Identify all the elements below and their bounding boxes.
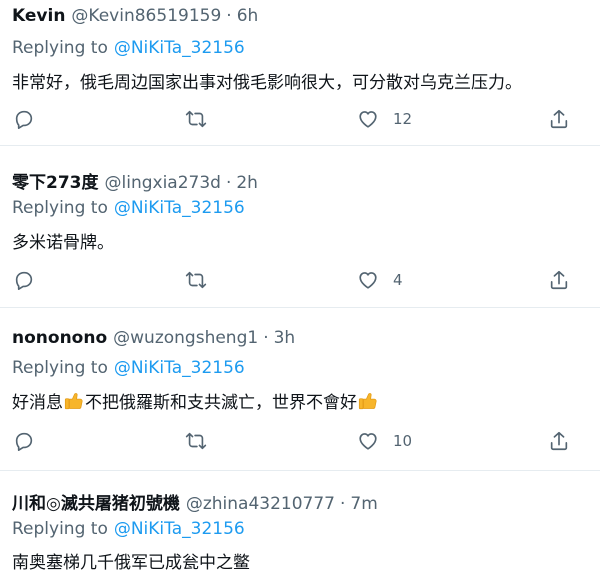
mention-link[interactable]: @NiKiTa_32156 (114, 519, 245, 539)
replying-to-line: Replying to @NiKiTa_32156 (12, 519, 245, 539)
replying-to-label: Replying to (12, 358, 108, 378)
retweet-icon (185, 432, 207, 450)
share-icon (550, 270, 568, 290)
user-handle[interactable]: @wuzongsheng1 (113, 328, 258, 348)
reply-icon (15, 110, 33, 129)
reply-button[interactable] (13, 265, 35, 295)
reply-tweet[interactable]: nononono @wuzongsheng1 · 3h Replying to @… (0, 308, 600, 471)
timestamp[interactable]: 3h (274, 328, 296, 348)
tweet-header: Kevin @Kevin86519159 · 6h (12, 6, 258, 28)
retweet-button[interactable] (185, 265, 207, 295)
separator-dot: · (263, 328, 269, 348)
reply-tweet[interactable]: Kevin @Kevin86519159 · 6h Replying to @Ni… (0, 0, 600, 146)
replying-to-label: Replying to (12, 38, 108, 58)
separator-dot: · (225, 173, 232, 193)
like-icon (359, 111, 377, 128)
replying-to-label: Replying to (12, 198, 108, 218)
retweet-button[interactable] (185, 426, 207, 456)
tweet-header: 零下273度 @lingxia273d · 2h (12, 168, 258, 193)
like-button[interactable]: 4 (357, 265, 403, 295)
share-icon (550, 109, 568, 129)
like-icon (359, 433, 377, 450)
share-button[interactable] (548, 104, 570, 134)
retweet-icon (185, 110, 207, 128)
separator-dot: · (339, 494, 346, 514)
display-name[interactable]: 川和◎滅共屠猪初號機 (12, 489, 180, 514)
thumbs-up-emoji-icon (64, 393, 83, 410)
tweet-text: 好消息 不把俄羅斯和支共滅亡，世界不會好 (12, 388, 379, 413)
like-button[interactable]: 10 (357, 426, 412, 456)
like-button[interactable]: 12 (357, 104, 412, 134)
reply-button[interactable] (13, 104, 35, 134)
user-handle[interactable]: @zhina43210777 (186, 494, 335, 514)
action-bar: 4 (0, 265, 600, 295)
share-button[interactable] (548, 265, 570, 295)
share-icon (550, 431, 568, 451)
action-bar: 12 (0, 104, 600, 134)
reply-icon (15, 271, 33, 290)
tweet-header: nononono @wuzongsheng1 · 3h (12, 328, 295, 350)
like-count: 4 (393, 271, 403, 289)
replying-to-label: Replying to (12, 519, 108, 539)
action-bar: 10 (0, 426, 600, 456)
timestamp[interactable]: 2h (236, 173, 258, 193)
replies-feed: Kevin @Kevin86519159 · 6h Replying to @Ni… (0, 0, 600, 575)
retweet-button[interactable] (185, 104, 207, 134)
tweet-header: 川和◎滅共屠猪初號機 @zhina43210777 · 7m (12, 489, 378, 514)
tweet-text: 多米诺骨牌。 (12, 233, 114, 253)
tweet-text-part-1: 好消息 (12, 393, 63, 413)
reply-button[interactable] (13, 426, 35, 456)
display-name[interactable]: Kevin (12, 6, 65, 26)
retweet-icon (185, 271, 207, 289)
display-name[interactable]: nononono (12, 328, 107, 348)
mention-link[interactable]: @NiKiTa_32156 (114, 38, 245, 58)
share-button[interactable] (548, 426, 570, 456)
tweet-text: 非常好，俄毛周边国家出事对俄毛影响很大，可分散对乌克兰压力。 (12, 73, 522, 93)
thumbs-up-emoji-icon (358, 393, 377, 410)
like-count: 10 (393, 432, 413, 450)
user-handle[interactable]: @lingxia273d (105, 173, 221, 193)
tweet-text-part-2: 不把俄羅斯和支共滅亡，世界不會好 (85, 393, 357, 413)
reply-icon (15, 432, 33, 451)
replying-to-line: Replying to @NiKiTa_32156 (12, 38, 245, 58)
timestamp[interactable]: 6h (237, 6, 259, 26)
reply-tweet[interactable]: 零下273度 @lingxia273d · 2h Replying to @NiK… (0, 146, 600, 308)
display-name[interactable]: 零下273度 (12, 168, 99, 193)
separator-dot: · (226, 6, 232, 26)
mention-link[interactable]: @NiKiTa_32156 (114, 198, 245, 218)
timestamp[interactable]: 7m (350, 494, 377, 514)
like-count: 12 (393, 110, 413, 128)
like-icon (359, 272, 377, 289)
reply-tweet[interactable]: 川和◎滅共屠猪初號機 @zhina43210777 · 7m Replying … (0, 471, 600, 575)
replying-to-line: Replying to @NiKiTa_32156 (12, 358, 245, 378)
tweet-text: 南奥塞梯几千俄军已成瓮中之鳖 (12, 553, 250, 573)
replying-to-line: Replying to @NiKiTa_32156 (12, 198, 245, 218)
user-handle[interactable]: @Kevin86519159 (71, 6, 221, 26)
mention-link[interactable]: @NiKiTa_32156 (114, 358, 245, 378)
